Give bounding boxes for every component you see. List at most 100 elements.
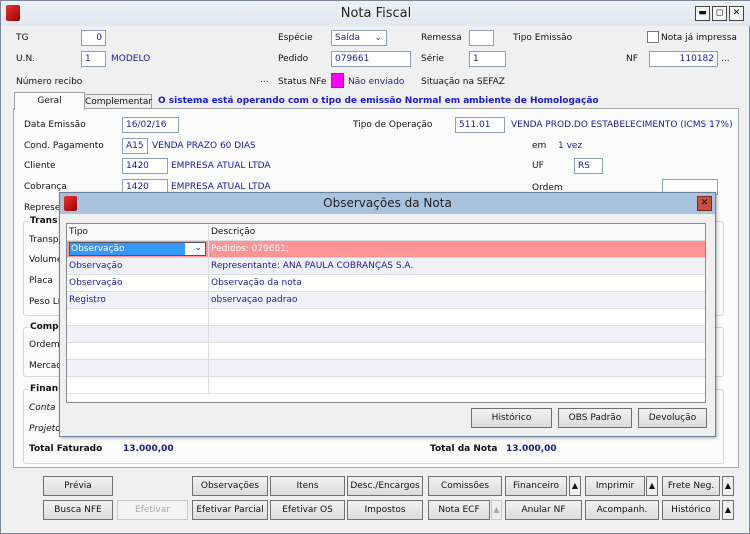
especie-select[interactable]: Saída ⌄ — [331, 30, 387, 46]
cond-label: Cond. Pagamento — [24, 141, 104, 151]
tab-complementar[interactable]: Complementar — [84, 94, 152, 109]
efetivar-os-button[interactable]: Efetivar OS — [270, 500, 345, 520]
column-header-tipo[interactable]: Tipo — [67, 224, 209, 241]
itens-button[interactable]: Itens — [270, 476, 345, 496]
pedido-input[interactable]: 079661 — [331, 51, 411, 67]
table-row[interactable]: Observação ⌄ Pedidos: 079661; — [67, 241, 705, 258]
status-nfe-value: Não enviado — [348, 77, 405, 87]
historico-dialog-button[interactable]: Histórico — [471, 408, 552, 428]
total-faturado-label: Total Faturado — [29, 444, 103, 454]
busca-nfe-button[interactable]: Busca NFE — [43, 500, 113, 520]
total-nota-value: 13.000,00 — [506, 444, 557, 454]
desc-encargos-button[interactable]: Desc./Encargos — [347, 476, 423, 496]
column-header-descricao[interactable]: Descrição — [209, 224, 705, 241]
grid-header: Tipo Descrição — [67, 224, 705, 241]
nota-ecf-button[interactable]: Nota ECF — [428, 500, 490, 520]
obs-padrao-button[interactable]: OBS Padrão — [558, 408, 632, 428]
financeiro-button[interactable]: Financeiro — [505, 476, 567, 496]
tipo-cell[interactable]: Registro — [67, 292, 209, 309]
tab-geral[interactable]: Geral — [14, 92, 85, 110]
tipo-op-input[interactable]: 511.01 — [455, 117, 505, 133]
observacoes-button[interactable]: Observações — [192, 476, 268, 496]
descricao-cell[interactable]: Representante: ANA PAULA COBRANÇAS S.A. — [209, 258, 705, 275]
empty-row — [67, 343, 705, 360]
acompanh-button[interactable]: Acompanh. — [585, 500, 659, 520]
historico-menu-arrow-icon[interactable]: ▲ — [722, 500, 734, 520]
frete-menu-arrow-icon[interactable]: ▲ — [722, 476, 734, 496]
anular-nf-button[interactable]: Anular NF — [505, 500, 582, 520]
transp-label: Transp — [29, 235, 59, 245]
title-bar: Nota Fiscal ▬ ◻ ✕ — [1, 1, 750, 26]
projeto-label: Projeto — [29, 424, 61, 434]
efetivar-parcial-button[interactable]: Efetivar Parcial — [192, 500, 268, 520]
mercadoria-label: Mercad — [29, 361, 62, 371]
descricao-cell[interactable]: Observação da nota — [209, 275, 705, 292]
cond-desc: VENDA PRAZO 60 DIAS — [152, 141, 256, 151]
empty-row — [67, 377, 705, 394]
window-title: Nota Fiscal — [340, 6, 412, 21]
data-emissao-input[interactable]: 16/02/16 — [122, 117, 179, 133]
descricao-cell[interactable]: Pedidos: 079661; — [209, 241, 705, 258]
cond-input[interactable]: A15 — [122, 138, 148, 154]
nota-impressa-label: Nota já impressa — [661, 33, 737, 43]
previa-button[interactable]: Prévia — [43, 476, 113, 496]
un-label: U.N. — [16, 54, 36, 64]
transporte-group-title: Trans — [28, 216, 60, 226]
dialog-title: Observações da Nota — [323, 196, 452, 210]
tipo-select-value: Observação — [70, 243, 185, 255]
total-faturado-value: 13.000,00 — [123, 444, 174, 454]
devolucao-button[interactable]: Devolução — [638, 408, 707, 428]
uf-input[interactable]: RS — [574, 158, 603, 174]
uf-label: UF — [532, 161, 544, 171]
status-color-indicator — [331, 73, 344, 88]
nf-input[interactable]: 110182 — [649, 51, 718, 67]
table-row[interactable]: Registro observaçao padrao — [67, 292, 705, 309]
tipo-op-label: Tipo de Operação — [353, 120, 433, 130]
imprimir-menu-arrow-icon[interactable]: ▲ — [646, 476, 658, 496]
observacoes-dialog: Observações da Nota ✕ Tipo Descrição Obs… — [59, 192, 716, 437]
dialog-title-bar: Observações da Nota ✕ — [60, 193, 715, 214]
conta-label: Conta — [29, 403, 56, 413]
un-input[interactable]: 1 — [81, 51, 106, 67]
nf-label: NF — [626, 54, 638, 64]
env-message: O sistema está operando com o tipo de em… — [158, 96, 599, 106]
especie-label: Espécie — [278, 33, 313, 43]
efetivar-button[interactable]: Efetivar — [117, 500, 188, 520]
un-name: MODELO — [111, 54, 151, 64]
pedido-label: Pedido — [278, 54, 309, 64]
tipo-cell-editor[interactable]: Observação ⌄ — [67, 241, 209, 258]
total-nota-label: Total da Nota — [430, 444, 498, 454]
nota-ecf-menu-arrow-icon[interactable]: ▲ — [491, 500, 502, 520]
recibo-lookup-button[interactable]: ... — [260, 75, 269, 85]
descricao-cell[interactable]: observaçao padrao — [209, 292, 705, 309]
maximize-button[interactable]: ◻ — [712, 6, 727, 21]
serie-input[interactable]: 1 — [469, 51, 506, 67]
imprimir-button[interactable]: Imprimir — [585, 476, 645, 496]
nf-lookup-button[interactable]: ... — [721, 54, 730, 64]
frete-neg-button[interactable]: Frete Neg. — [662, 476, 720, 496]
volume-label: Volume — [29, 255, 63, 265]
tg-input[interactable]: 0 — [81, 30, 106, 46]
financeiro-menu-arrow-icon[interactable]: ▲ — [569, 476, 581, 496]
nota-impressa-checkbox[interactable] — [647, 31, 659, 43]
cliente-label: Cliente — [24, 161, 56, 171]
financeiro-group-title: Finan — [28, 384, 61, 394]
cobranca-label: Cobrança — [24, 182, 67, 192]
remessa-input[interactable] — [469, 30, 494, 46]
table-row[interactable]: Observação Representante: ANA PAULA COBR… — [67, 258, 705, 275]
table-row[interactable]: Observação Observação da nota — [67, 275, 705, 292]
historico-button[interactable]: Histórico — [662, 500, 720, 520]
comissoes-button[interactable]: Comissões — [428, 476, 502, 496]
status-nfe-label: Status NFe — [278, 77, 327, 87]
em-label: em — [532, 141, 547, 151]
minimize-button[interactable]: ▬ — [695, 6, 710, 21]
empty-row — [67, 360, 705, 377]
tipo-cell[interactable]: Observação — [67, 258, 209, 275]
tipo-cell[interactable]: Observação — [67, 275, 209, 292]
dialog-close-button[interactable]: ✕ — [697, 196, 712, 211]
close-button[interactable]: ✕ — [729, 6, 744, 21]
serie-label: Série — [421, 54, 444, 64]
cliente-input[interactable]: 1420 — [122, 158, 168, 174]
impostos-button[interactable]: Impostos — [347, 500, 423, 520]
nota-fiscal-window: Nota Fiscal ▬ ◻ ✕ TG 0 Espécie Saída ⌄ Re… — [0, 0, 750, 534]
